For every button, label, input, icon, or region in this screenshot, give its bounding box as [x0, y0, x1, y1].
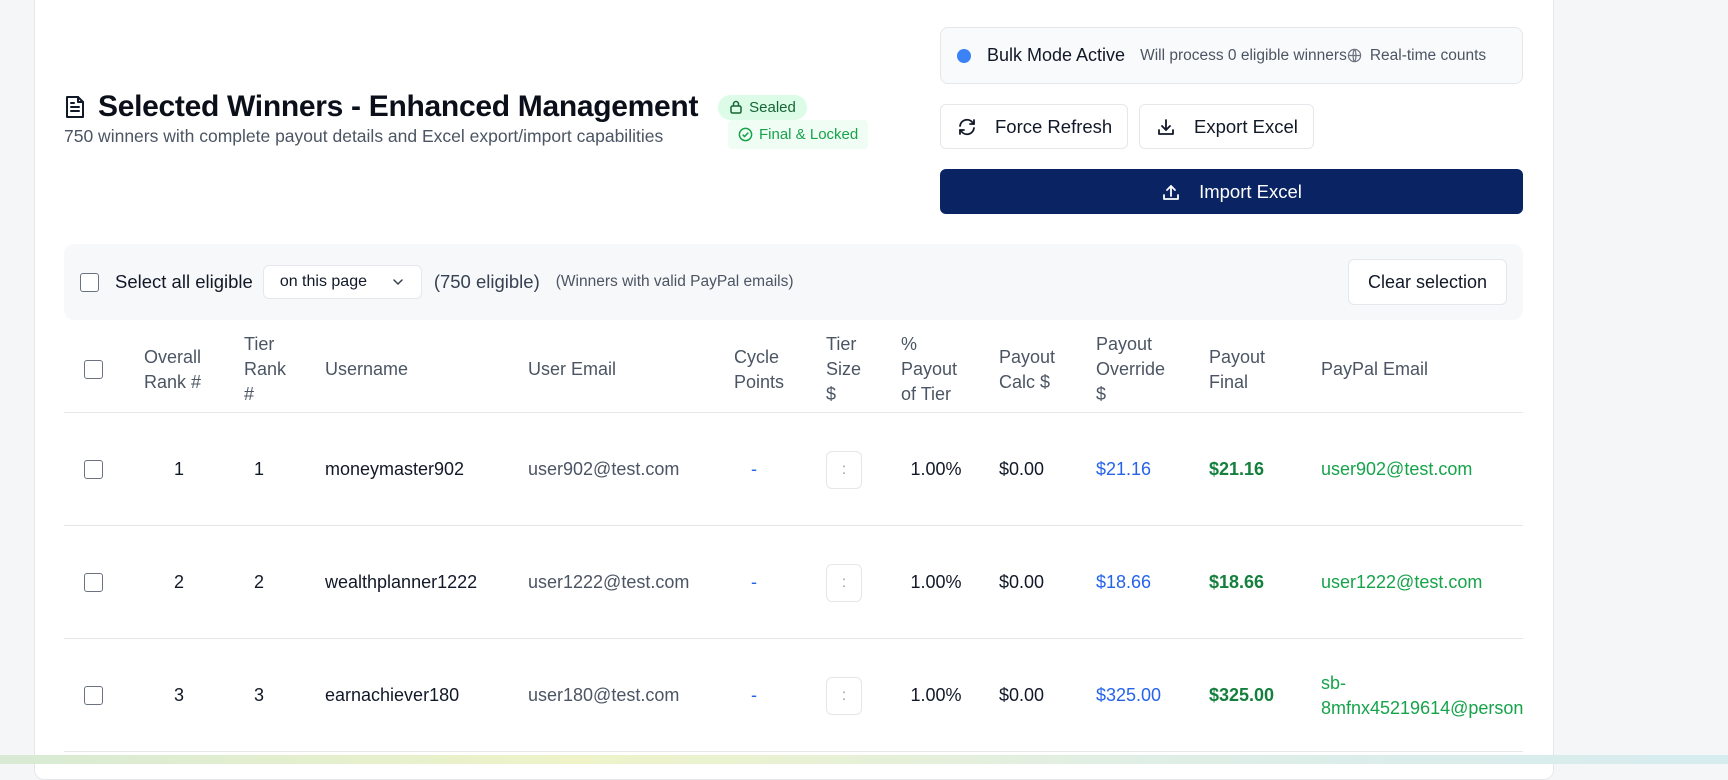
tier-rank-cell: 2 [253, 572, 264, 592]
username-cell: earnachiever180 [325, 685, 460, 705]
realtime-counts-label: Real-time counts [1369, 46, 1487, 64]
sealed-badge-label: Sealed [749, 98, 796, 116]
table-row: 3 3 earnachiever180 user180@test.com - :… [64, 639, 1523, 752]
page-subtitle: 750 winners with complete payout details… [64, 126, 664, 146]
chevron-down-icon [393, 279, 403, 286]
col-payout-final[interactable]: Payout Final [1209, 326, 1279, 413]
payout-final-cell: $18.66 [1209, 572, 1265, 592]
globe-icon [1347, 48, 1362, 63]
payout-override-cell[interactable]: $18.66 [1096, 526, 1151, 639]
header-select-cell [84, 326, 103, 413]
check-circle-icon [738, 127, 753, 142]
user-email-cell: user902@test.com [528, 459, 680, 479]
col-username[interactable]: Username [325, 326, 408, 413]
paypal-email-line1: sb- [1321, 672, 1347, 693]
document-icon [66, 96, 84, 118]
pct-payout-cell: 1.00% [910, 685, 962, 705]
col-user-email[interactable]: User Email [528, 326, 616, 413]
row-checkbox[interactable] [84, 573, 103, 592]
bulk-mode-panel: Bulk Mode Active Will process 0 eligible… [940, 27, 1523, 84]
header-select-checkbox[interactable] [84, 360, 103, 379]
refresh-icon [959, 118, 975, 135]
col-tier-size[interactable]: Tier Size $ [826, 326, 870, 413]
cycle-points-cell: - [751, 459, 757, 479]
col-paypal-email[interactable]: PayPal Email [1321, 326, 1428, 413]
bulk-mode-title: Bulk Mode Active [987, 45, 1126, 65]
payout-override-cell[interactable]: $325.00 [1096, 639, 1161, 752]
username-cell: moneymaster902 [325, 459, 465, 479]
overall-rank-cell: 3 [173, 685, 184, 705]
paypal-email-line2: 8mfnx45219614@person [1321, 697, 1523, 718]
payout-calc-cell: $0.00 [999, 572, 1045, 592]
bulk-status-dot [957, 48, 971, 63]
cycle-points-cell: - [751, 685, 757, 705]
row-checkbox[interactable] [84, 460, 103, 479]
row-checkbox[interactable] [84, 686, 103, 705]
cycle-points-cell: - [751, 572, 757, 592]
lock-icon [730, 100, 742, 114]
tier-size-input[interactable]: : [826, 450, 862, 489]
tier-size-input[interactable]: : [826, 563, 862, 602]
col-payout-calc[interactable]: Payout Calc $ [999, 326, 1069, 413]
col-overall-rank[interactable]: Overall Rank # [144, 326, 214, 413]
download-icon [1158, 118, 1174, 135]
row-select-cell [84, 639, 103, 752]
winners-table: Overall Rank # Tier Rank # Username User… [64, 326, 1523, 752]
user-email-cell: user1222@test.com [528, 572, 690, 592]
col-cycle-points[interactable]: Cycle Points [734, 326, 794, 413]
tier-size-cell: : [826, 639, 862, 752]
final-locked-badge: Final & Locked [728, 120, 869, 149]
tier-rank-cell: 1 [253, 459, 264, 479]
pct-payout-cell: 1.00% [910, 572, 962, 592]
page-title: Selected Winners - Enhanced Management [98, 90, 699, 123]
paypal-email-cell: user902@test.com [1321, 459, 1473, 479]
tier-rank-cell: 3 [253, 685, 264, 705]
selection-scope-value: on this page [279, 273, 367, 290]
col-payout-override[interactable]: Payout Override $ [1096, 326, 1176, 413]
page-header: Selected Winners - Enhanced Management S… [64, 90, 807, 124]
col-pct-payout[interactable]: % Payout of Tier [901, 326, 971, 413]
upload-icon [1163, 184, 1179, 200]
payout-final-cell: $21.16 [1209, 459, 1265, 479]
selection-scope-select[interactable]: on this page [262, 265, 422, 299]
final-locked-label: Final & Locked [759, 126, 859, 143]
bottom-edge-strip [0, 755, 1728, 764]
table-row: 1 1 moneymaster902 user902@test.com - : … [64, 413, 1523, 526]
username-cell: wealthplanner1222 [325, 572, 478, 592]
force-refresh-button[interactable]: Force Refresh [940, 104, 1128, 149]
clear-selection-button[interactable]: Clear selection [1348, 259, 1507, 305]
user-email-cell: user180@test.com [528, 685, 680, 705]
export-excel-button[interactable]: Export Excel [1139, 104, 1314, 149]
payout-calc-cell: $0.00 [999, 685, 1045, 705]
import-excel-button[interactable]: Import Excel [940, 169, 1523, 214]
table-header: Overall Rank # Tier Rank # Username User… [64, 326, 1523, 413]
overall-rank-cell: 2 [173, 572, 184, 592]
row-select-cell [84, 526, 103, 639]
sealed-badge: Sealed [718, 94, 807, 120]
payout-final-cell: $325.00 [1209, 685, 1275, 705]
col-tier-rank[interactable]: Tier Rank # [244, 326, 296, 413]
tier-size-cell: : [826, 526, 862, 639]
select-all-label: Select all eligible [115, 271, 253, 292]
pct-payout-cell: 1.00% [910, 459, 962, 479]
selection-bar: Select all eligible on this page (750 el… [64, 244, 1523, 320]
table-row: 2 2 wealthplanner1222 user1222@test.com … [64, 526, 1523, 639]
payout-calc-cell: $0.00 [999, 459, 1045, 479]
eligible-note: (Winners with valid PayPal emails) [555, 273, 794, 290]
paypal-email-cell: sb- 8mfnx45219614@person [1321, 639, 1523, 752]
paypal-email-cell: user1222@test.com [1321, 572, 1483, 592]
bulk-mode-status: Will process 0 eligible winners [1140, 46, 1347, 64]
row-select-cell [84, 413, 103, 526]
tier-size-input[interactable]: : [826, 676, 862, 715]
eligible-count: (750 eligible) [433, 271, 540, 292]
overall-rank-cell: 1 [173, 459, 184, 479]
tier-size-cell: : [826, 413, 862, 526]
select-all-checkbox[interactable] [80, 272, 99, 292]
import-excel-label: Import Excel [1199, 180, 1302, 202]
force-refresh-label: Force Refresh [995, 115, 1113, 137]
export-excel-label: Export Excel [1194, 115, 1298, 137]
payout-override-cell[interactable]: $21.16 [1096, 413, 1151, 526]
